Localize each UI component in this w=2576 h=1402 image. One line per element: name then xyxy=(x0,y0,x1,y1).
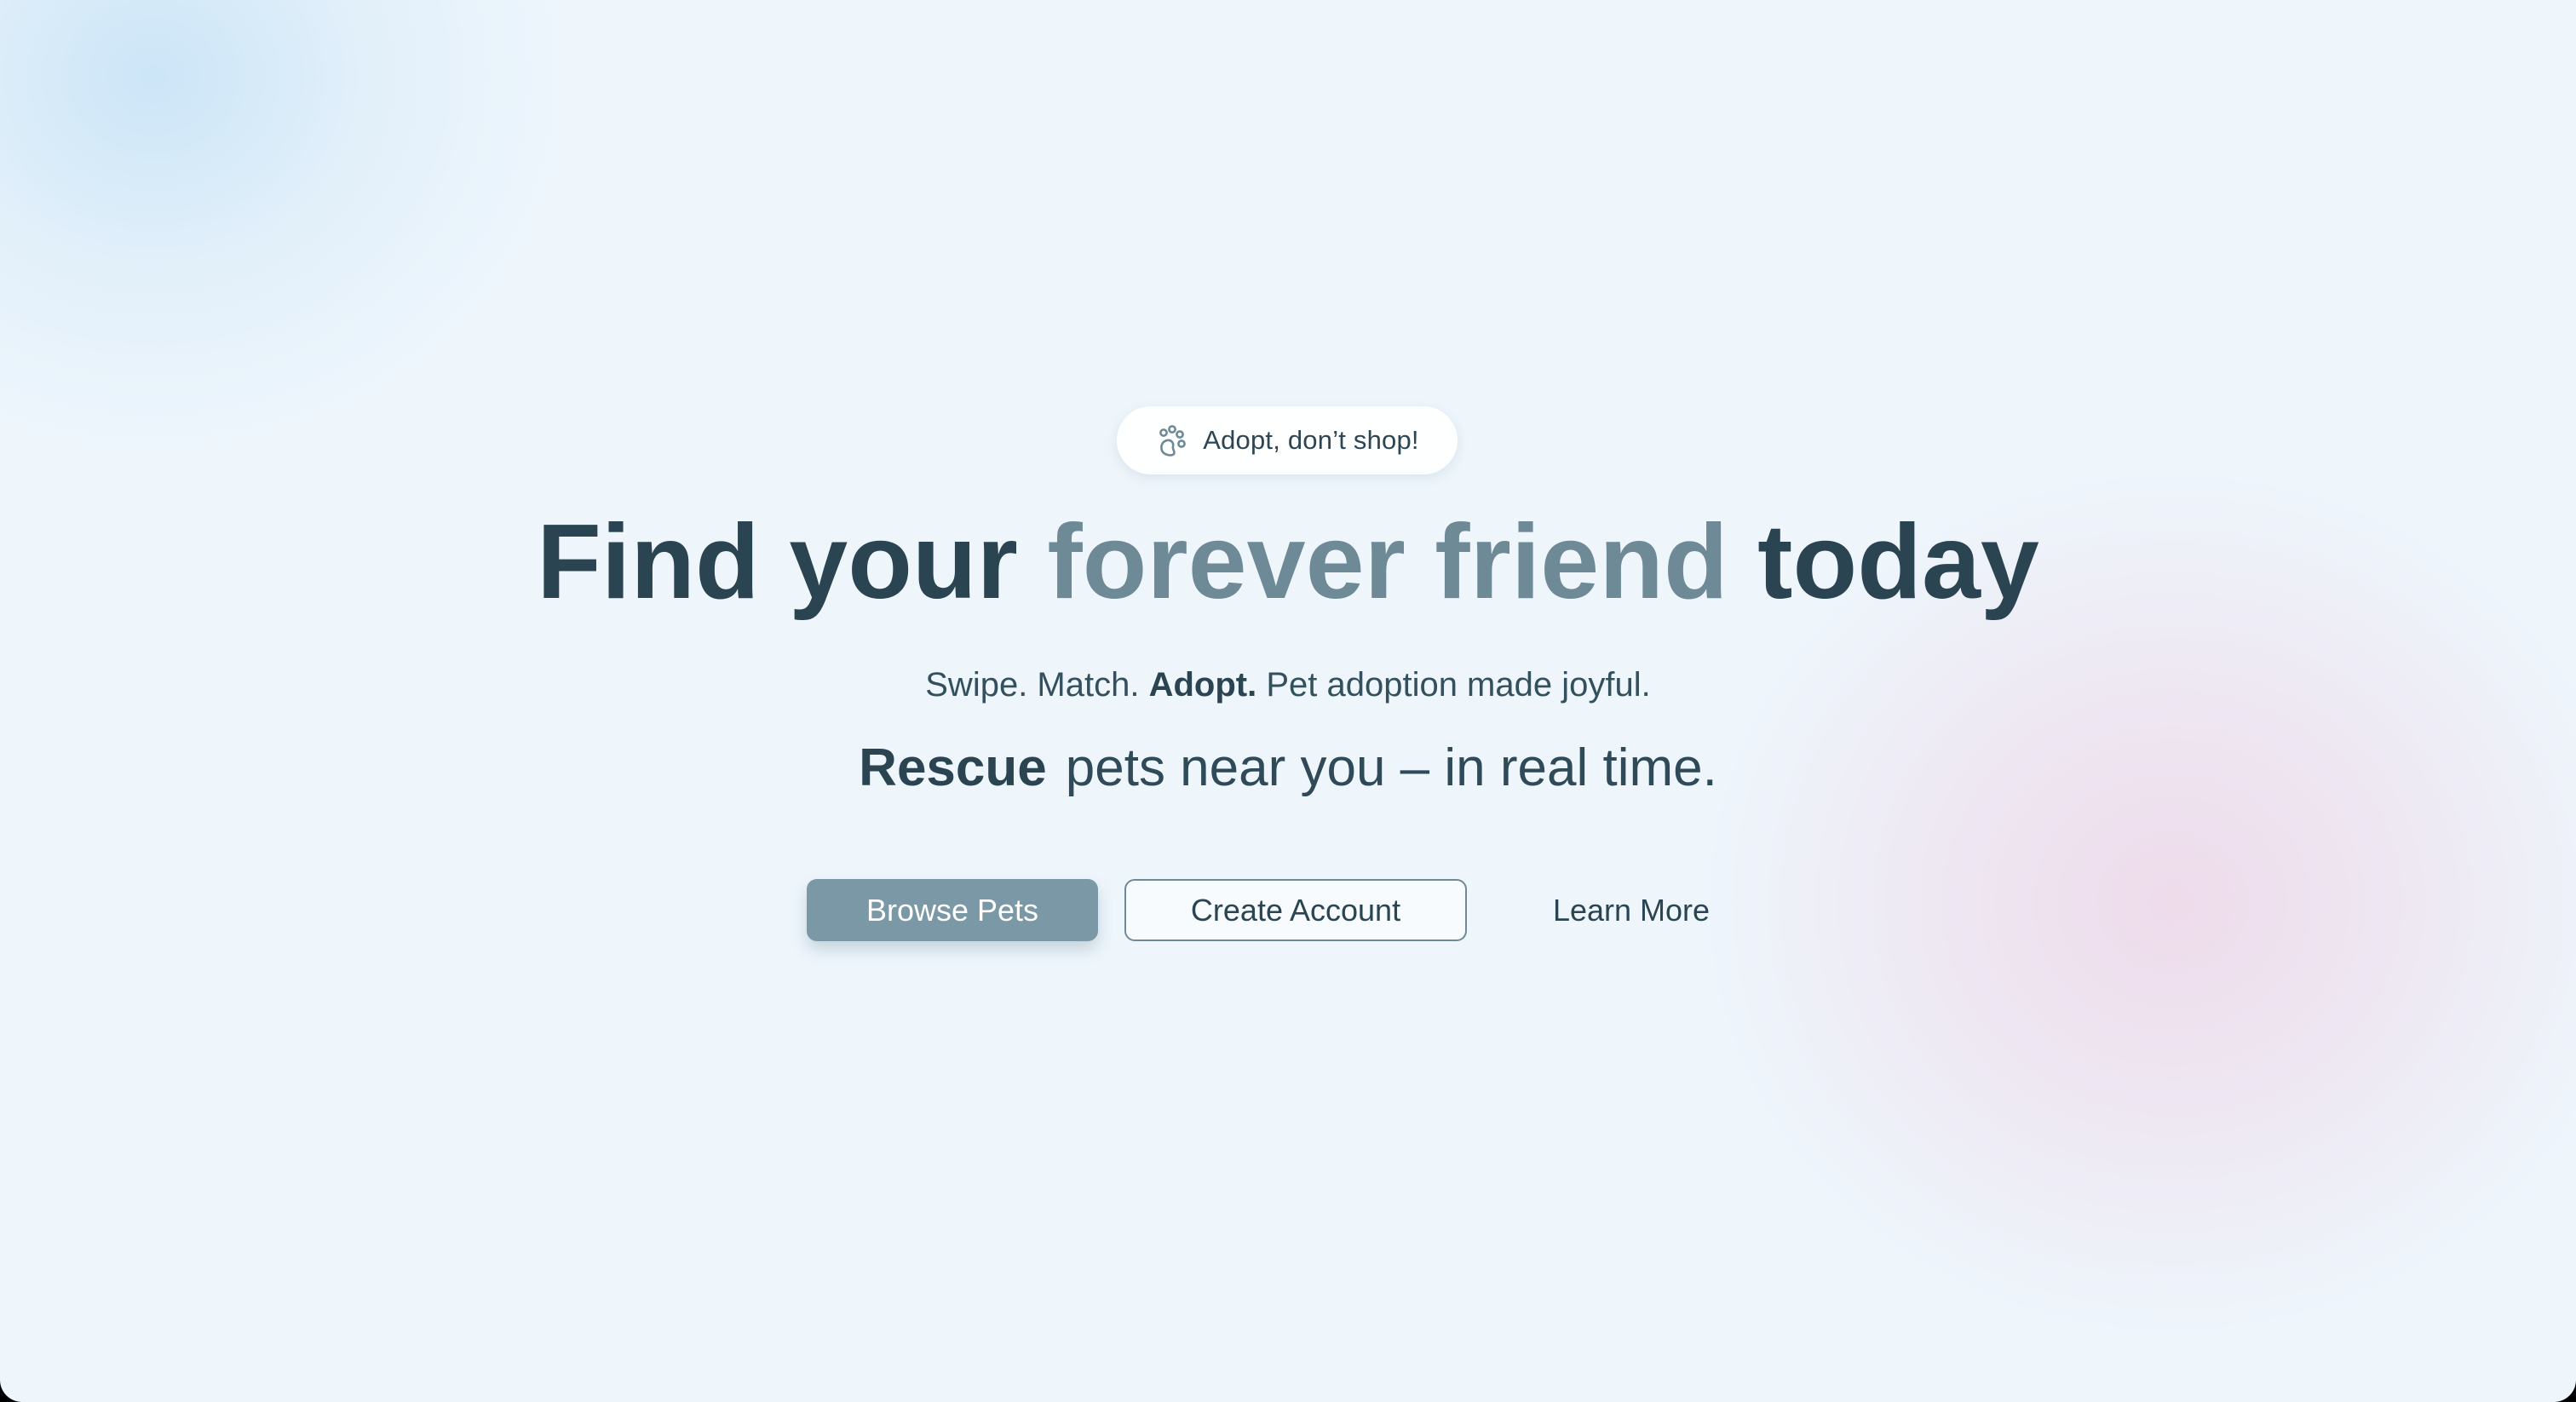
tagline-part-2: Pet adoption made joyful. xyxy=(1256,666,1651,704)
landing-page: Adopt, don’t shop! Find your forever fri… xyxy=(0,0,2576,1402)
learn-more-link[interactable]: Learn More xyxy=(1516,879,1746,941)
adopt-badge: Adopt, don’t shop! xyxy=(1117,406,1458,474)
headline-part-2: today xyxy=(1728,503,2039,621)
browse-pets-button[interactable]: Browse Pets xyxy=(807,879,1098,941)
create-account-button[interactable]: Create Account xyxy=(1124,879,1467,941)
rescue-line-rest: pets near you – in real time. xyxy=(1065,738,1717,797)
rescue-line: Rescue pets near you – in real time. xyxy=(0,734,2576,802)
tagline-part-1: Swipe. Match. xyxy=(925,666,1149,704)
tagline-bold: Adopt. xyxy=(1148,666,1257,704)
rotating-word: Rescue xyxy=(859,738,1047,797)
tagline: Swipe. Match. Adopt. Pet adoption made j… xyxy=(0,661,2576,709)
badge-text: Adopt, don’t shop! xyxy=(1203,425,1419,455)
headline-accent: forever friend xyxy=(1047,503,1728,621)
headline-part-1: Find your xyxy=(537,503,1048,621)
hero-section: Adopt, don’t shop! Find your forever fri… xyxy=(0,0,2576,1402)
paw-icon xyxy=(1155,423,1189,457)
page-title: Find your forever friend today xyxy=(0,498,2576,626)
